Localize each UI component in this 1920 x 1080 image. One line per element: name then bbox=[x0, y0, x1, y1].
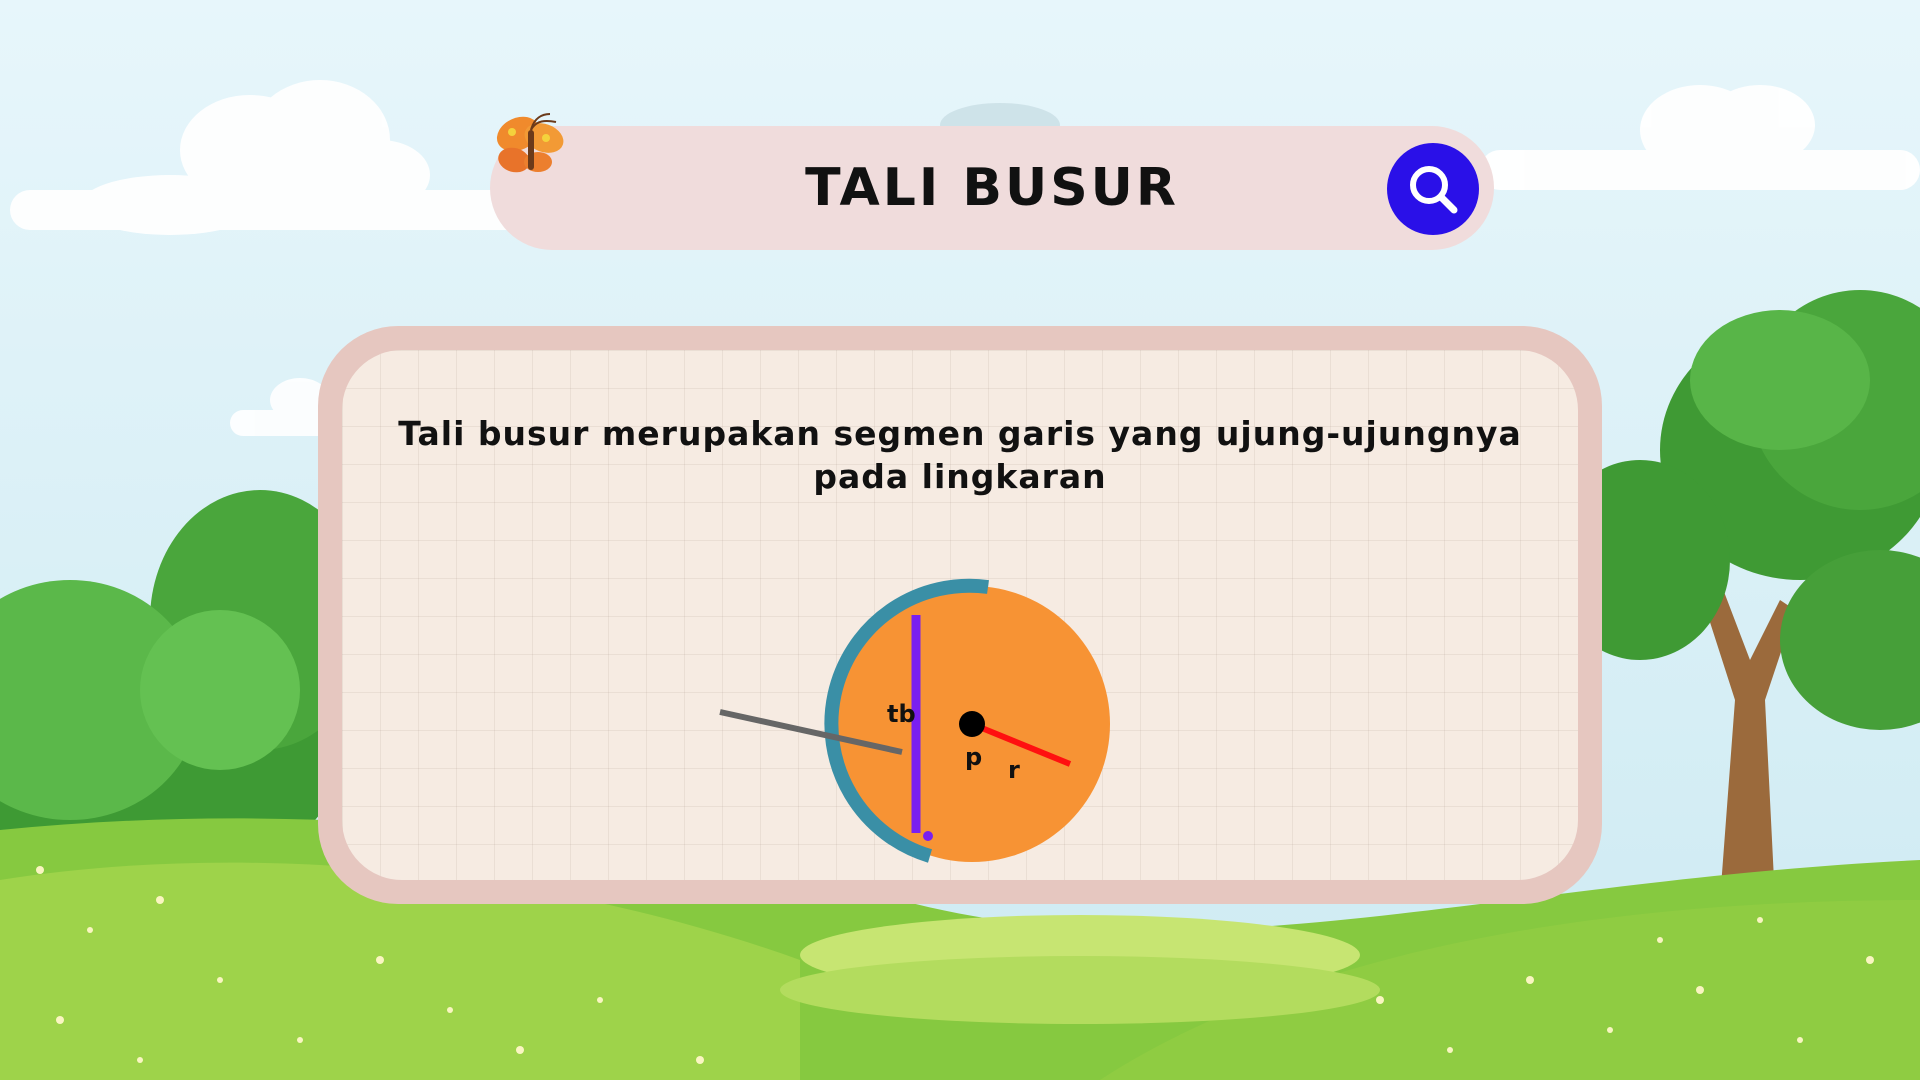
butterfly-icon bbox=[496, 113, 564, 173]
center-label: p bbox=[965, 743, 982, 771]
radius-label: r bbox=[1008, 756, 1020, 784]
center-point bbox=[959, 711, 985, 737]
search-button[interactable] bbox=[1387, 143, 1479, 235]
chord-diagram: tb p r bbox=[719, 578, 1110, 863]
page-title: TALI BUSUR bbox=[805, 158, 1179, 218]
content-card: Tali busur merupakan segmen garis yang u… bbox=[318, 326, 1602, 904]
chord-endpoint bbox=[923, 831, 933, 841]
title-bar: TALI BUSUR bbox=[490, 126, 1494, 250]
definition-text: Tali busur merupakan segmen garis yang u… bbox=[398, 414, 1522, 496]
chord-label: tb bbox=[887, 700, 916, 728]
search-icon bbox=[1410, 166, 1458, 214]
content-card-inner: Tali busur merupakan segmen garis yang u… bbox=[342, 350, 1578, 880]
